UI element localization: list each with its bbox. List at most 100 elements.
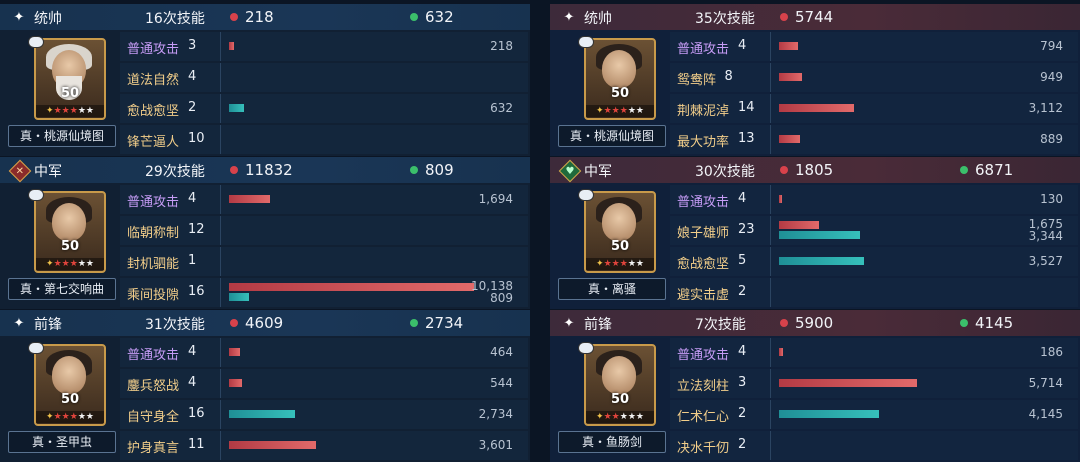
- skill-bar-area: 10,138 809: [220, 278, 527, 307]
- skill-name[interactable]: 荆棘泥淖: [677, 100, 729, 119]
- skill-name[interactable]: 鏖兵怒战: [127, 375, 179, 394]
- general-portrait[interactable]: 50 ✦★★★★★: [34, 344, 106, 426]
- skill-name[interactable]: 愈战愈坚: [677, 253, 729, 272]
- skill-name[interactable]: 鸳鸯阵: [677, 69, 716, 88]
- skill-use-count: 4: [738, 191, 747, 206]
- skill-name[interactable]: 愈战愈坚: [127, 100, 179, 119]
- level-label: 50: [60, 86, 80, 101]
- general-panel-ally[interactable]: ✦ 前锋 31次技能 4609 2734 50 ✦★★★★★ 真・圣甲虫 普通攻击 4 464 鏖兵怒…: [0, 310, 530, 462]
- general-name[interactable]: 真・圣甲虫: [8, 431, 116, 453]
- skill-name[interactable]: 避实击虚: [677, 284, 729, 303]
- skill-name[interactable]: 护身真言: [127, 437, 179, 456]
- skill-name[interactable]: 普通攻击: [677, 344, 729, 363]
- skill-name[interactable]: 普通攻击: [127, 191, 179, 210]
- heal-value: 809: [490, 291, 513, 305]
- general-panel-enemy[interactable]: ♥ 中军 30次技能 1805 6871 50 ✦★★★★★ 真・离骚 普通攻击 4 130 娘子雄师…: [550, 157, 1080, 309]
- white-star-icon: ★: [85, 106, 94, 116]
- skill-row: 愈战愈坚 2 632: [120, 94, 528, 123]
- panel-header: ✦ 前锋 7次技能 5900 4145: [550, 310, 1080, 336]
- star-rating: ✦★★★★★: [36, 105, 104, 117]
- damage-bar: [229, 42, 235, 50]
- skill-row: 荆棘泥淖 14 3,112: [670, 94, 1078, 123]
- general-panel-ally[interactable]: ✦ 统帅 16次技能 218 632 50 ✦★★★★★ 真・桃源仙境图 普通攻击 3 218 道法自…: [0, 4, 530, 156]
- heal-bar: [229, 104, 245, 112]
- general-portrait[interactable]: 50 ✦★★★★★: [584, 344, 656, 426]
- skill-name[interactable]: 娘子雄师: [677, 222, 729, 241]
- general-portrait[interactable]: 50 ✦★★★★★: [34, 191, 106, 273]
- panel-header: ♥ 中军 30次技能 1805 6871: [550, 157, 1080, 183]
- general-name[interactable]: 真・离骚: [558, 278, 666, 300]
- general-name[interactable]: 真・第七交响曲: [8, 278, 116, 300]
- skill-name[interactable]: 锋芒逼人: [127, 131, 179, 150]
- star-icon: ✦: [13, 9, 25, 25]
- cloud-badge-icon: [28, 342, 44, 354]
- skill-bar-area: 3,112: [770, 94, 1077, 123]
- skill-count-label: 31次技能: [145, 317, 205, 333]
- skill-name[interactable]: 立法刻柱: [677, 375, 729, 394]
- skill-use-count: 23: [738, 222, 755, 237]
- skill-row: 临朝称制 12: [120, 216, 528, 245]
- skill-name[interactable]: 仁术仁心: [677, 406, 729, 425]
- skill-count-label: 16次技能: [145, 11, 205, 27]
- skill-use-count: 12: [188, 222, 205, 237]
- damage-value: 464: [490, 345, 513, 359]
- skill-row: 愈战愈坚 5 3,527: [670, 247, 1078, 276]
- skill-name[interactable]: 临朝称制: [127, 222, 179, 241]
- general-portrait[interactable]: 50 ✦★★★★★: [584, 38, 656, 120]
- damage-value: 889: [1040, 132, 1063, 146]
- skill-name[interactable]: 乘间投隙: [127, 284, 179, 303]
- skill-use-count: 2: [188, 100, 197, 115]
- skill-name[interactable]: 普通攻击: [677, 191, 729, 210]
- general-name[interactable]: 真・桃源仙境图: [8, 125, 116, 147]
- skill-row: 决水千仞 2: [670, 431, 1078, 460]
- general-portrait[interactable]: 50 ✦★★★★★: [34, 38, 106, 120]
- star-rating: ✦★★★★★: [586, 105, 654, 117]
- total-damage: 218: [230, 8, 274, 26]
- level-label: 50: [610, 239, 630, 254]
- general-panel-enemy[interactable]: ✦ 统帅 35次技能 5744 50 ✦★★★★★ 真・桃源仙境图 普通攻击 4 794 鸳鸯阵 8 9…: [550, 4, 1080, 156]
- skill-row: 普通攻击 4 464: [120, 338, 528, 367]
- skill-bar-area: [220, 63, 527, 92]
- skill-bar-area: 3,527: [770, 247, 1077, 276]
- skill-use-count: 4: [738, 38, 747, 53]
- skill-name[interactable]: 最大功率: [677, 131, 729, 150]
- skill-use-count: 14: [738, 100, 755, 115]
- general-name[interactable]: 真・鱼肠剑: [558, 431, 666, 453]
- red-star-icon: ★: [69, 412, 78, 422]
- skill-row: 乘间投隙 16 10,138 809: [120, 278, 528, 307]
- general-panel-enemy[interactable]: ✦ 前锋 7次技能 5900 4145 50 ✦★★★★★ 真・鱼肠剑 普通攻击 4 186 立法刻柱…: [550, 310, 1080, 462]
- skill-name[interactable]: 普通攻击: [127, 344, 179, 363]
- general-name[interactable]: 真・桃源仙境图: [558, 125, 666, 147]
- skill-name[interactable]: 决水千仞: [677, 437, 729, 456]
- star-rating: ✦★★★★★: [36, 411, 104, 423]
- skill-bar-area: 949: [770, 63, 1077, 92]
- portrait-face: [602, 50, 636, 88]
- skill-use-count: 3: [188, 38, 197, 53]
- role-label: 统帅: [34, 11, 62, 27]
- skill-name[interactable]: 普通攻击: [127, 38, 179, 57]
- red-star-icon: ★: [69, 259, 78, 269]
- gold-star-icon: ✦: [46, 106, 54, 116]
- skill-bar-area: 464: [220, 338, 527, 367]
- skill-row: 普通攻击 4 130: [670, 185, 1078, 214]
- skill-bar-area: [220, 125, 527, 154]
- skill-row: 仁术仁心 2 4,145: [670, 400, 1078, 429]
- skill-row: 护身真言 11 3,601: [120, 431, 528, 460]
- role-label: 统帅: [584, 11, 612, 27]
- level-label: 50: [610, 392, 630, 407]
- skill-name[interactable]: 自守身全: [127, 406, 179, 425]
- skill-name[interactable]: 普通攻击: [677, 38, 729, 57]
- general-panel-ally[interactable]: ✕ 中军 29次技能 11832 809 50 ✦★★★★★ 真・第七交响曲 普通攻击 4 1,69…: [0, 157, 530, 309]
- white-star-icon: ★: [635, 259, 644, 269]
- skill-name[interactable]: 道法自然: [127, 69, 179, 88]
- skill-name[interactable]: 封机驷能: [127, 253, 179, 272]
- gold-star-icon: ✦: [596, 259, 604, 269]
- red-star-icon: ★: [603, 259, 612, 269]
- general-portrait[interactable]: 50 ✦★★★★★: [584, 191, 656, 273]
- skill-bar-area: 4,145: [770, 400, 1077, 429]
- skill-bar-area: 632: [220, 94, 527, 123]
- skill-row: 普通攻击 4 794: [670, 32, 1078, 61]
- level-label: 50: [610, 86, 630, 101]
- damage-value: 5,714: [1028, 376, 1063, 390]
- skill-bar-area: [770, 278, 1077, 307]
